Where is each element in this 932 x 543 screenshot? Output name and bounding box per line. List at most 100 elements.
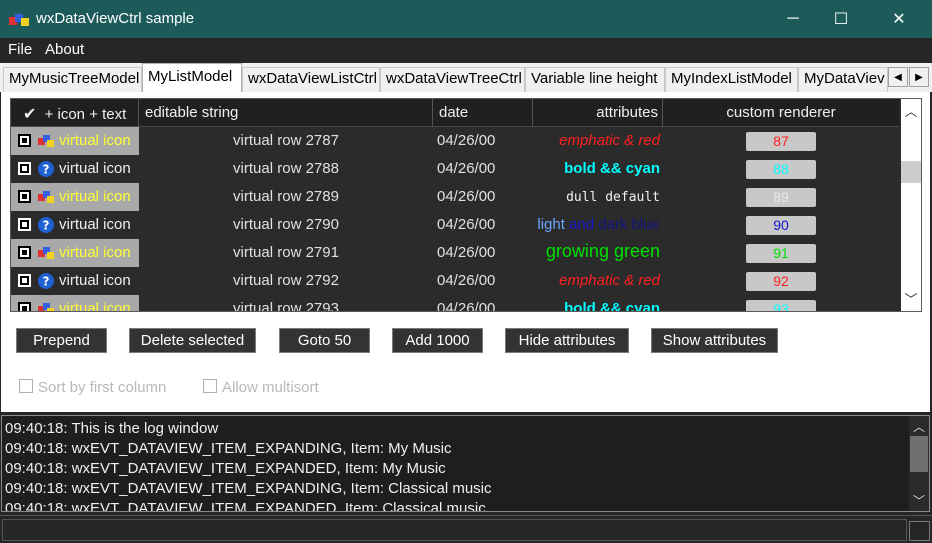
editable-cell[interactable]: virtual row 2793 bbox=[139, 295, 433, 311]
column-header-custom[interactable]: custom renderer bbox=[663, 99, 899, 127]
resize-grip[interactable] bbox=[909, 521, 930, 541]
table-row[interactable]: ? virtual icon virtual row 2788 04/26/00… bbox=[11, 155, 899, 183]
attributes-cell: light and dark blue bbox=[533, 211, 663, 239]
attributes-cell: bold && cyan bbox=[564, 300, 660, 312]
toggle-cell[interactable]: ? virtual icon bbox=[11, 211, 139, 239]
editable-cell[interactable]: virtual row 2789 bbox=[139, 183, 433, 211]
tab-mymusictreemodel[interactable]: MyMusicTreeModel bbox=[3, 67, 142, 92]
tab-variable-line-height[interactable]: Variable line height bbox=[525, 67, 665, 92]
maximize-button[interactable]: ☐ bbox=[818, 0, 864, 38]
row-checkbox[interactable] bbox=[18, 162, 31, 175]
attr-dark-blue-text: dark blue bbox=[598, 216, 660, 233]
toggle-cell[interactable]: virtual icon bbox=[11, 127, 139, 155]
hide-attributes-button[interactable]: Hide attributes bbox=[505, 328, 629, 353]
custom-cell[interactable]: 90 bbox=[663, 211, 899, 239]
custom-cell[interactable]: 91 bbox=[663, 239, 899, 267]
column-header-attributes[interactable]: attributes bbox=[533, 99, 663, 127]
toggle-cell[interactable]: virtual icon bbox=[11, 183, 139, 211]
editable-cell[interactable]: virtual row 2791 bbox=[139, 239, 433, 267]
scroll-up-icon[interactable]: ︿ bbox=[901, 101, 921, 119]
svg-text:?: ? bbox=[43, 275, 50, 289]
table-row[interactable]: virtual icon virtual row 2787 04/26/00 e… bbox=[11, 127, 899, 155]
question-icon: ? bbox=[38, 217, 54, 233]
minimize-button[interactable]: ─ bbox=[770, 0, 816, 38]
log-line: 09:40:18: This is the log window bbox=[5, 420, 219, 437]
list-vertical-scrollbar[interactable] bbox=[901, 99, 921, 311]
tab-scroll-right-button[interactable]: ▶ bbox=[909, 67, 929, 87]
table-row[interactable]: virtual icon virtual row 2789 04/26/00 d… bbox=[11, 183, 899, 211]
toggle-cell[interactable]: ? virtual icon bbox=[11, 267, 139, 295]
table-row[interactable]: ? virtual icon virtual row 2792 04/26/00… bbox=[11, 267, 899, 295]
virtual-icon bbox=[38, 247, 54, 259]
data-view-list[interactable]: ✔ + icon + text editable string date att… bbox=[10, 98, 922, 312]
tab-wxdataviewtreectrl[interactable]: wxDataViewTreeCtrl bbox=[380, 67, 525, 92]
custom-cell[interactable]: 87 bbox=[663, 127, 899, 155]
custom-cell[interactable]: 92 bbox=[663, 267, 899, 295]
custom-cell[interactable]: 88 bbox=[663, 155, 899, 183]
goto-50-button[interactable]: Goto 50 bbox=[279, 328, 370, 353]
title-bar[interactable]: wxDataViewCtrl sample ─ ☐ ✕ bbox=[0, 0, 932, 38]
custom-value: 88 bbox=[746, 160, 816, 179]
column-header-editable[interactable]: editable string bbox=[139, 99, 433, 127]
tab-wxdataviewlistctrl[interactable]: wxDataViewListCtrl bbox=[242, 67, 380, 92]
scroll-down-icon[interactable]: ﹀ bbox=[901, 289, 921, 307]
row-checkbox[interactable] bbox=[18, 134, 31, 147]
row-checkbox[interactable] bbox=[18, 246, 31, 259]
editable-cell[interactable]: virtual row 2792 bbox=[139, 267, 433, 295]
table-row[interactable]: ? virtual icon virtual row 2790 04/26/00… bbox=[11, 211, 899, 239]
editable-cell[interactable]: virtual row 2790 bbox=[139, 211, 433, 239]
list-header: ✔ + icon + text editable string date att… bbox=[11, 99, 899, 127]
sort-first-column-label: Sort by first column bbox=[38, 379, 167, 396]
row-checkbox[interactable] bbox=[18, 302, 31, 311]
date-cell[interactable]: 04/26/00 bbox=[433, 127, 533, 155]
tab-scroll-left-button[interactable]: ◀ bbox=[888, 67, 908, 87]
svg-text:?: ? bbox=[43, 163, 50, 177]
column-header-date[interactable]: date bbox=[433, 99, 533, 127]
attributes-cell: dull default bbox=[566, 190, 660, 205]
menu-file[interactable]: File bbox=[8, 41, 32, 58]
svg-text:?: ? bbox=[43, 219, 50, 233]
custom-value: 87 bbox=[746, 132, 816, 151]
close-button[interactable]: ✕ bbox=[876, 0, 922, 38]
table-row[interactable]: virtual icon virtual row 2793 04/26/00 b… bbox=[11, 295, 899, 312]
custom-value: 91 bbox=[746, 244, 816, 263]
prepend-button[interactable]: Prepend bbox=[16, 328, 107, 353]
date-cell[interactable]: 04/26/00 bbox=[433, 267, 533, 295]
tab-myindexlistmodel[interactable]: MyIndexListModel bbox=[665, 67, 798, 92]
date-cell[interactable]: 04/26/00 bbox=[433, 211, 533, 239]
column-header-toggle[interactable]: ✔ + icon + text bbox=[11, 99, 139, 127]
toggle-cell[interactable]: virtual icon bbox=[11, 239, 139, 267]
date-cell[interactable]: 04/26/00 bbox=[433, 295, 533, 311]
list-scroll-thumb[interactable] bbox=[901, 161, 921, 183]
delete-selected-button[interactable]: Delete selected bbox=[129, 328, 256, 353]
editable-cell[interactable]: virtual row 2788 bbox=[139, 155, 433, 183]
sort-first-column-checkbox[interactable] bbox=[19, 379, 33, 393]
scroll-up-icon[interactable]: ︿ bbox=[909, 418, 929, 434]
log-window[interactable]: 09:40:18: This is the log window 09:40:1… bbox=[1, 415, 930, 512]
row-checkbox[interactable] bbox=[18, 218, 31, 231]
close-icon: ✕ bbox=[892, 11, 906, 28]
tab-mylistmodel[interactable]: MyListModel bbox=[142, 63, 242, 93]
tab-mydataview[interactable]: MyDataViev bbox=[798, 67, 888, 92]
date-cell[interactable]: 04/26/00 bbox=[433, 155, 533, 183]
allow-multisort-checkbox[interactable] bbox=[203, 379, 217, 393]
question-icon: ? bbox=[38, 161, 54, 177]
menu-about[interactable]: About bbox=[45, 41, 84, 58]
table-row[interactable]: virtual icon virtual row 2791 04/26/00 g… bbox=[11, 239, 899, 267]
date-cell[interactable]: 04/26/00 bbox=[433, 183, 533, 211]
editable-cell[interactable]: virtual row 2787 bbox=[139, 127, 433, 155]
custom-cell[interactable]: 93 bbox=[663, 295, 899, 311]
show-attributes-button[interactable]: Show attributes bbox=[651, 328, 778, 353]
scroll-down-icon[interactable]: ﹀ bbox=[909, 492, 929, 508]
toggle-cell[interactable]: ? virtual icon bbox=[11, 155, 139, 183]
toggle-cell[interactable]: virtual icon bbox=[11, 295, 139, 311]
date-cell[interactable]: 04/26/00 bbox=[433, 239, 533, 267]
add-1000-button[interactable]: Add 1000 bbox=[392, 328, 483, 353]
log-scroll-thumb[interactable] bbox=[910, 436, 928, 472]
log-line: 09:40:18: wxEVT_DATAVIEW_ITEM_EXPANDED, … bbox=[5, 500, 486, 512]
arrow-left-icon: ◀ bbox=[894, 71, 902, 83]
row-checkbox[interactable] bbox=[18, 274, 31, 287]
custom-cell[interactable]: 89 bbox=[663, 183, 899, 211]
row-checkbox[interactable] bbox=[18, 190, 31, 203]
app-icon bbox=[9, 14, 29, 26]
